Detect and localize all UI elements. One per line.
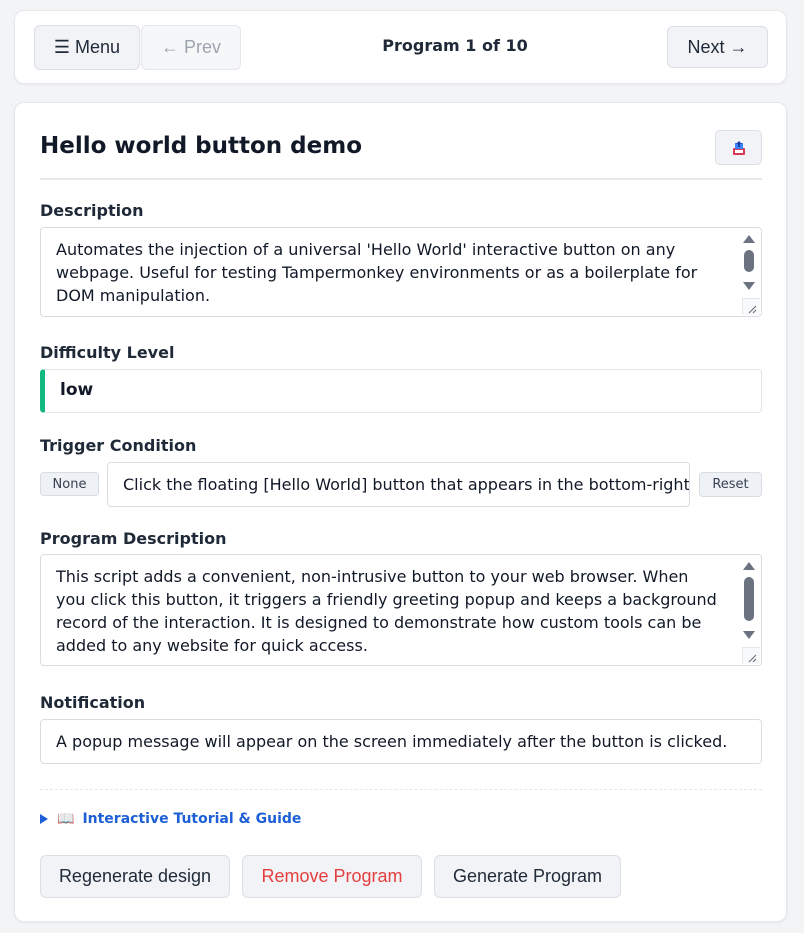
description-textarea[interactable]: Automates the injection of a universal '… xyxy=(40,227,762,317)
trigger-input[interactable]: Click the floating [Hello World] button … xyxy=(107,462,690,507)
remove-program-button[interactable]: Remove Program xyxy=(242,855,422,898)
description-text: Automates the injection of a universal '… xyxy=(56,240,698,305)
trigger-tag: None xyxy=(40,472,99,496)
export-button[interactable] xyxy=(715,130,762,165)
export-icon xyxy=(732,140,745,155)
book-icon: 📖 xyxy=(57,811,75,827)
program-description-text: This script adds a convenient, non-intru… xyxy=(56,567,717,655)
program-description-textarea[interactable]: This script adds a convenient, non-intru… xyxy=(40,554,762,666)
scroll-up-icon[interactable] xyxy=(743,562,755,570)
resize-grip-icon[interactable] xyxy=(742,647,760,664)
description-label: Description xyxy=(40,201,144,220)
program-card: Hello world button demo Description Auto… xyxy=(14,102,787,922)
program-counter: Program 1 of 10 xyxy=(382,36,528,55)
menu-button[interactable]: ☰ Menu xyxy=(34,25,140,70)
resize-grip-icon[interactable] xyxy=(742,298,760,315)
regenerate-design-button[interactable]: Regenerate design xyxy=(40,855,230,898)
scroll-thumb[interactable] xyxy=(744,250,754,272)
difficulty-value: low xyxy=(40,369,762,413)
section-divider xyxy=(40,789,762,790)
scroll-up-icon[interactable] xyxy=(743,235,755,243)
scroll-down-icon[interactable] xyxy=(743,631,755,639)
reset-button[interactable]: Reset xyxy=(699,472,762,497)
disclosure-triangle-icon xyxy=(40,814,48,824)
program-description-label: Program Description xyxy=(40,529,227,548)
top-navigation-bar: ☰ Menu ← Prev Program 1 of 10 Next → xyxy=(14,10,787,84)
tutorial-label: Interactive Tutorial & Guide xyxy=(82,811,302,827)
next-button[interactable]: Next → xyxy=(667,26,768,68)
scroll-down-icon[interactable] xyxy=(743,282,755,290)
difficulty-label: Difficulty Level xyxy=(40,343,175,362)
title-divider xyxy=(40,178,762,180)
notification-field[interactable]: A popup message will appear on the scree… xyxy=(40,719,762,764)
trigger-label: Trigger Condition xyxy=(40,436,197,455)
prev-button[interactable]: ← Prev xyxy=(141,25,241,70)
generate-program-button[interactable]: Generate Program xyxy=(434,855,621,898)
notification-label: Notification xyxy=(40,693,146,712)
tutorial-toggle[interactable]: 📖 Interactive Tutorial & Guide xyxy=(40,811,301,827)
program-title: Hello world button demo xyxy=(40,133,363,159)
scroll-thumb[interactable] xyxy=(744,577,754,621)
